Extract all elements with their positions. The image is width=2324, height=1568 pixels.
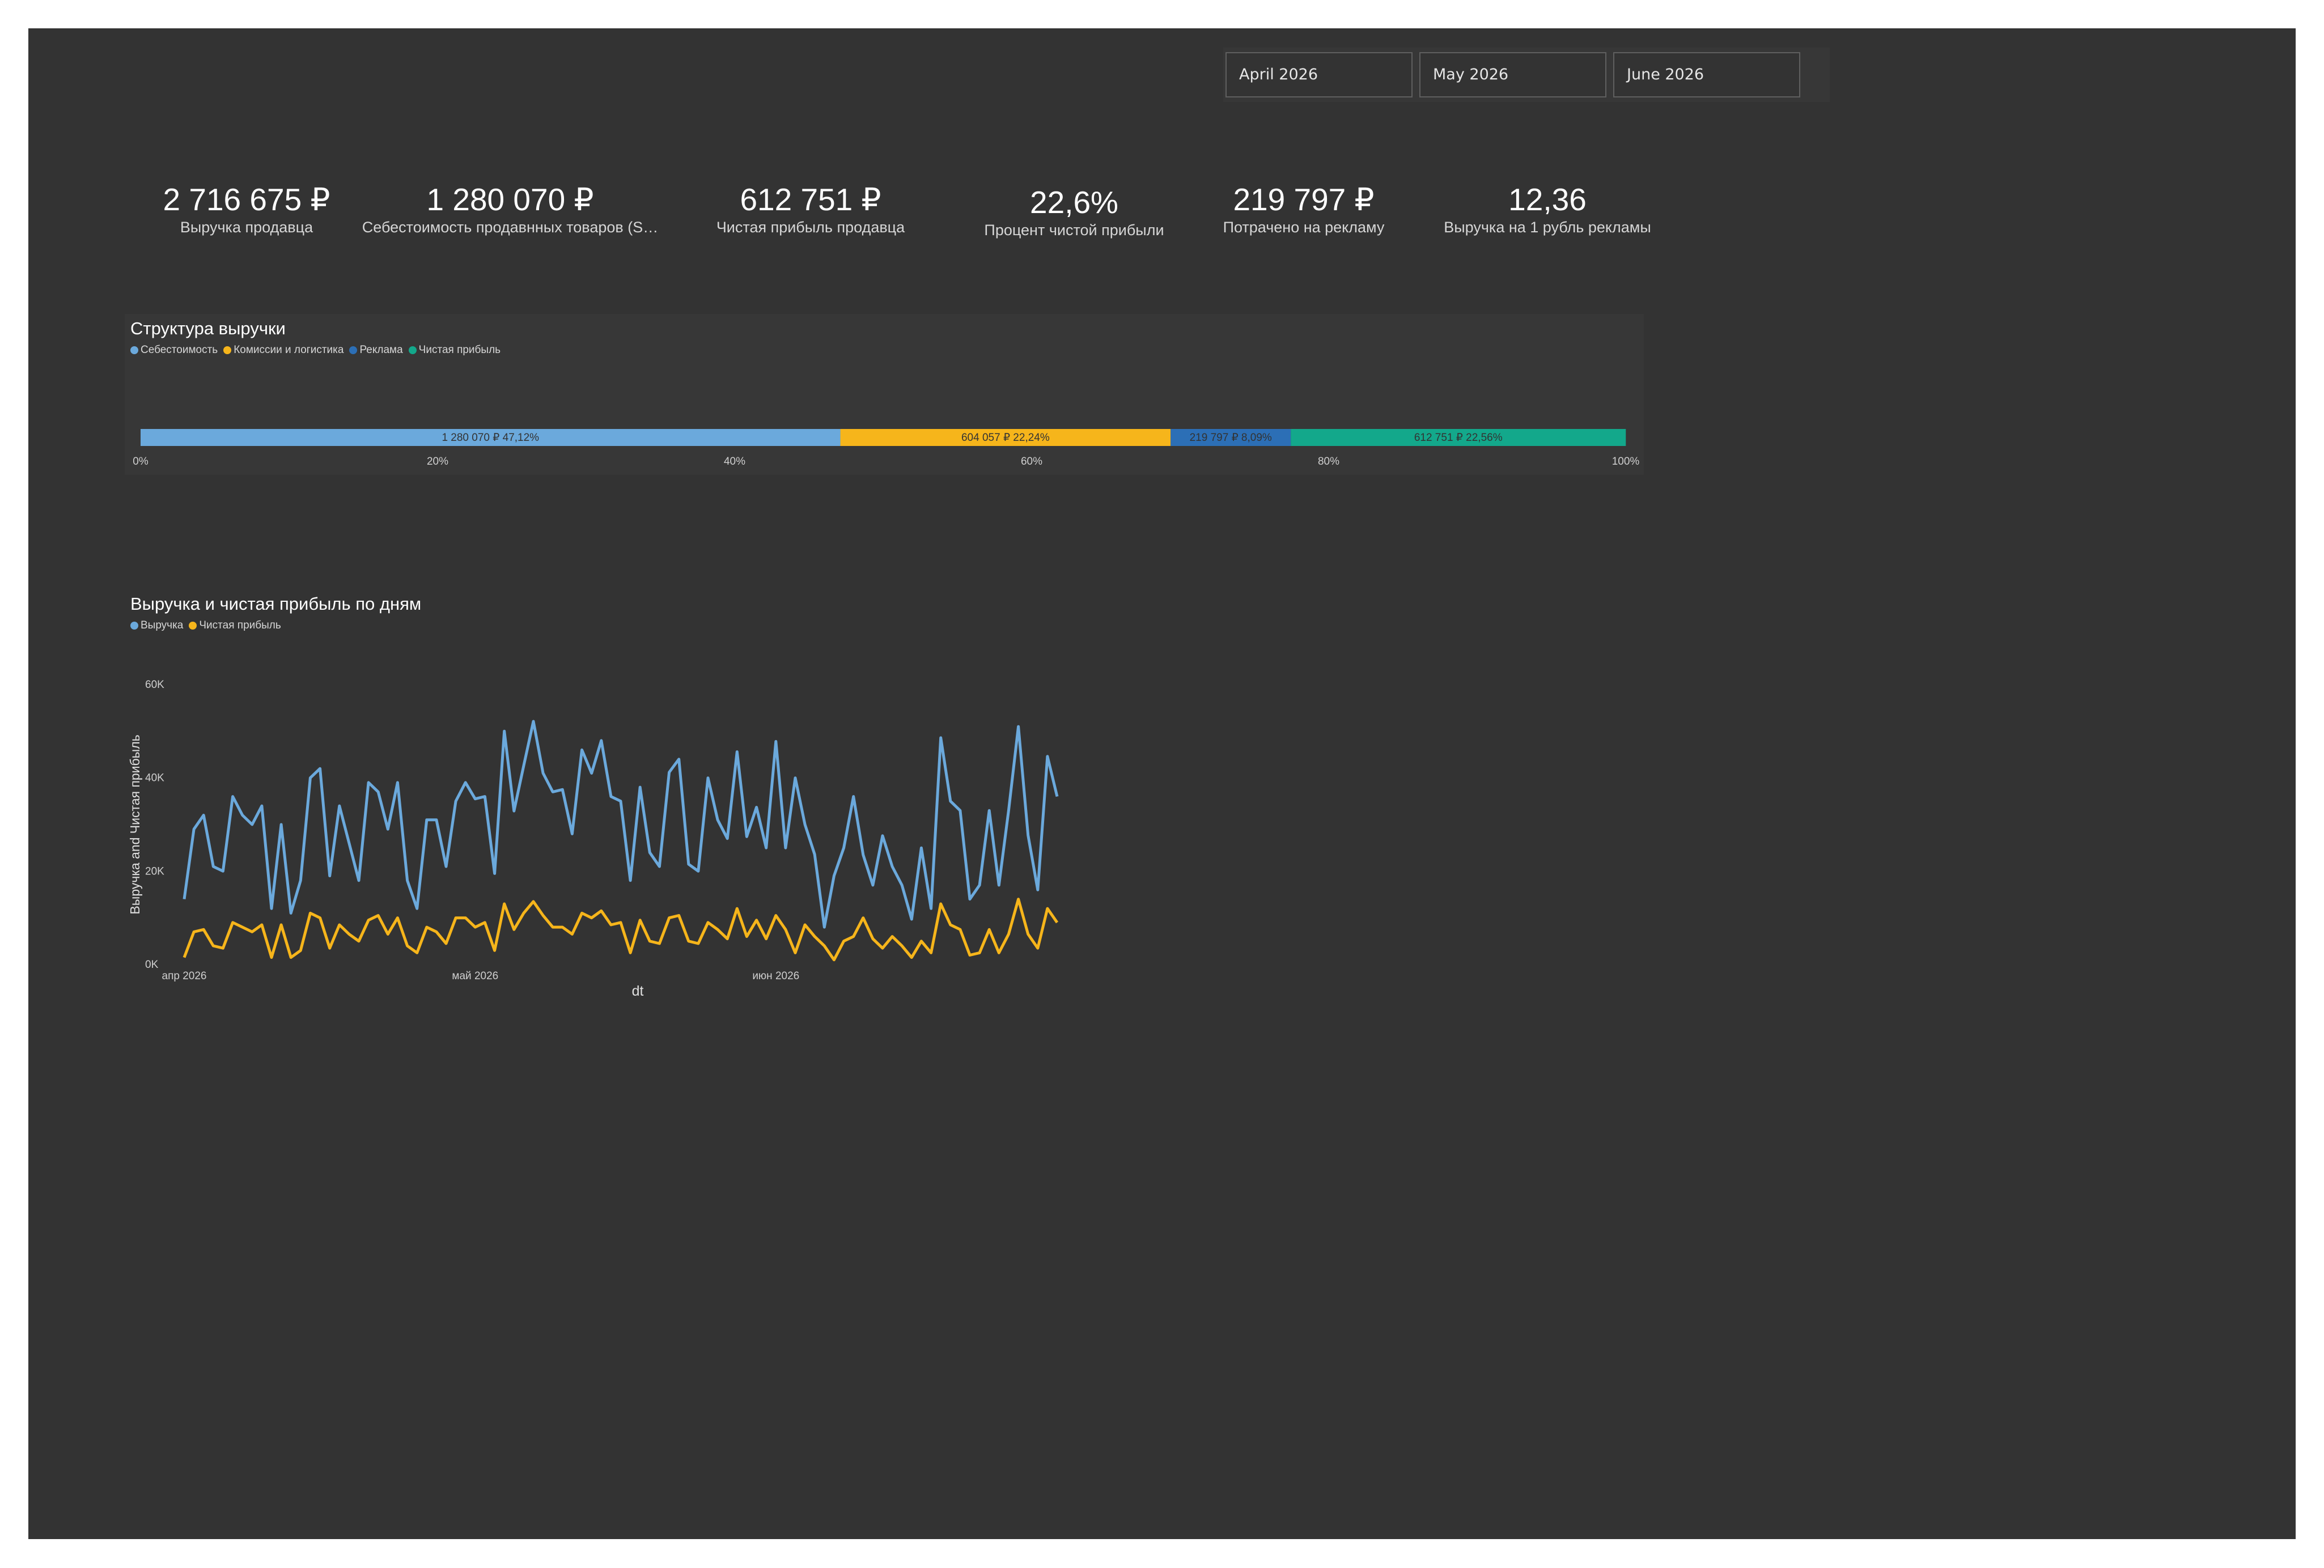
y-tick-label: 60K bbox=[145, 679, 164, 691]
x-tick-label: 80% bbox=[1318, 456, 1339, 468]
structure-plot: 1 280 070 ₽ 47,12% 604 057 ₽ 22,24% 219 79… bbox=[133, 429, 1640, 468]
series-line bbox=[183, 720, 1059, 929]
x-axis-title: dt bbox=[632, 983, 644, 997]
data-label: 219 797 ₽ 8,09% bbox=[1190, 432, 1272, 444]
data-label: 1 280 070 ₽ 47,12% bbox=[442, 432, 539, 444]
slicer-may-2026[interactable]: May 2026 bbox=[1419, 52, 1606, 97]
date-slicer: April 2026 May 2026 June 2026 bbox=[1223, 48, 1830, 102]
kpi-label: Себестоимость продавнных товаров (S… bbox=[362, 219, 659, 236]
y-tick-label: 20K bbox=[145, 865, 164, 877]
x-tick-label: 20% bbox=[427, 456, 448, 468]
x-tick-label: апр 2026 bbox=[162, 970, 207, 982]
kpi-value: 2 716 675 ₽ bbox=[163, 182, 330, 217]
kpi-seller-revenue: 2 716 675 ₽ Выручка продавца bbox=[142, 181, 351, 236]
slicer-april-2026[interactable]: April 2026 bbox=[1225, 52, 1413, 97]
data-label: 604 057 ₽ 22,24% bbox=[961, 432, 1050, 444]
data-label: 612 751 ₽ 22,56% bbox=[1414, 432, 1503, 444]
revenue-structure-chart[interactable]: Структура выручки Себестоимость Комиссии… bbox=[125, 314, 1644, 475]
kpi-value: 612 751 ₽ bbox=[740, 182, 881, 217]
x-tick-label: июн 2026 bbox=[752, 970, 799, 982]
kpi-cogs: 1 280 070 ₽ Себестоимость продавнных тов… bbox=[357, 181, 663, 236]
daily-plot: 0K 20K 40K 60K апр 2026 май 2026 июн 2026 dt Выр… bbox=[128, 679, 1059, 997]
x-tick-label: 0% bbox=[133, 456, 149, 468]
series-line bbox=[183, 898, 1059, 962]
kpi-label: Процент чистой прибыли bbox=[984, 222, 1164, 239]
kpi-value: 1 280 070 ₽ bbox=[426, 182, 594, 217]
kpi-net-profit: 612 751 ₽ Чистая прибыль продавца bbox=[686, 181, 935, 236]
kpi-label: Выручка продавца bbox=[180, 219, 313, 236]
kpi-value: 219 797 ₽ bbox=[1233, 182, 1375, 217]
report-canvas: April 2026 May 2026 June 2026 2 716 675 … bbox=[28, 28, 2296, 1539]
kpi-value: 22,6% bbox=[1030, 185, 1118, 220]
x-tick-label: май 2026 bbox=[452, 970, 498, 982]
kpi-value: 12,36 bbox=[1508, 182, 1587, 217]
x-tick-label: 40% bbox=[724, 456, 745, 468]
kpi-net-margin: 22,6% Процент чистой прибыли bbox=[964, 184, 1185, 239]
kpi-label: Чистая прибыль продавца bbox=[716, 219, 905, 236]
daily-revenue-profit-chart[interactable]: Выручка и чистая прибыль по дням Выручка… bbox=[125, 589, 1077, 997]
slicer-june-2026[interactable]: June 2026 bbox=[1613, 52, 1800, 97]
y-tick-label: 0K bbox=[145, 959, 159, 971]
y-axis-title: Выручка and Чистая прибыль bbox=[128, 734, 142, 914]
y-tick-label: 40K bbox=[145, 772, 164, 784]
x-tick-label: 100% bbox=[1612, 456, 1640, 468]
kpi-revenue-per-ad-ruble: 12,36 Выручка на 1 рубль рекламы bbox=[1428, 181, 1666, 236]
x-tick-label: 60% bbox=[1021, 456, 1042, 468]
kpi-label: Выручка на 1 рубль рекламы bbox=[1444, 219, 1651, 236]
kpi-ad-spend: 219 797 ₽ Потрачено на рекламу bbox=[1196, 181, 1411, 236]
kpi-label: Потрачено на рекламу bbox=[1223, 219, 1385, 236]
